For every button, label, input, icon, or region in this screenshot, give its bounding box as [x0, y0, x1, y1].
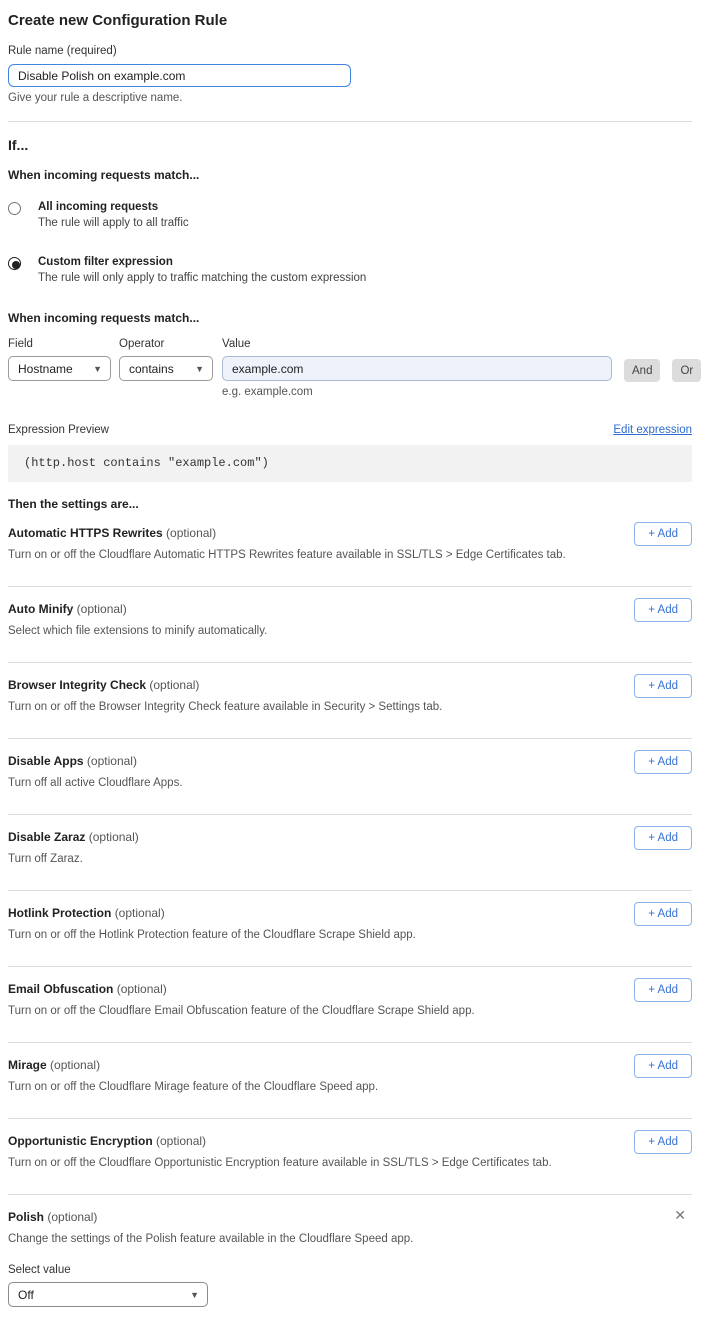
expression-builder-row: Field Hostname ▼ Operator contains ▼ Val… — [8, 338, 692, 398]
setting-row-hotlink-protection: Hotlink Protection (optional) Turn on or… — [8, 891, 692, 967]
optional-tag: (optional) — [149, 678, 199, 692]
page-title: Create new Configuration Rule — [8, 12, 692, 29]
polish-value-select[interactable]: Off ▼ — [8, 1282, 208, 1307]
edit-expression-link[interactable]: Edit expression — [613, 424, 692, 436]
add-button[interactable]: + Add — [634, 978, 692, 1002]
setting-row-disable-apps: Disable Apps (optional) Turn off all act… — [8, 739, 692, 815]
setting-name: Opportunistic Encryption — [8, 1134, 153, 1148]
setting-row-automatic-https-rewrites: Automatic HTTPS Rewrites (optional) Turn… — [8, 511, 692, 587]
optional-tag: (optional) — [50, 1058, 100, 1072]
setting-name: Hotlink Protection — [8, 906, 111, 920]
optional-tag: (optional) — [115, 906, 165, 920]
radio-custom-filter-expression[interactable]: Custom filter expression The rule will o… — [8, 256, 692, 284]
setting-name: Polish — [8, 1210, 44, 1224]
if-heading: If... — [8, 137, 692, 153]
or-button[interactable]: Or — [672, 359, 701, 382]
chevron-down-icon: ▼ — [190, 1290, 199, 1300]
close-icon[interactable]: ✕ — [674, 1208, 686, 1222]
add-button[interactable]: + Add — [634, 826, 692, 850]
rule-name-helper: Give your rule a descriptive name. — [8, 92, 692, 104]
optional-tag: (optional) — [156, 1134, 206, 1148]
setting-name: Email Obfuscation — [8, 982, 113, 996]
setting-name: Disable Zaraz — [8, 830, 85, 844]
setting-description: Turn on or off the Cloudflare Opportunis… — [8, 1157, 568, 1169]
setting-row-opportunistic-encryption: Opportunistic Encryption (optional) Turn… — [8, 1119, 692, 1195]
setting-name: Mirage — [8, 1058, 47, 1072]
setting-row-mirage: Mirage (optional) Turn on or off the Clo… — [8, 1043, 692, 1119]
optional-tag: (optional) — [87, 754, 137, 768]
polish-select-value: Off — [18, 1288, 34, 1302]
setting-description: Turn on or off the Cloudflare Mirage fea… — [8, 1081, 568, 1093]
add-button[interactable]: + Add — [634, 750, 692, 774]
optional-tag: (optional) — [89, 830, 139, 844]
setting-description: Turn on or off the Cloudflare Email Obfu… — [8, 1005, 568, 1017]
radio-description: The rule will apply to all traffic — [38, 217, 189, 229]
expression-preview-code: (http.host contains "example.com") — [8, 445, 692, 482]
value-helper: e.g. example.com — [222, 386, 612, 398]
optional-tag: (optional) — [47, 1210, 97, 1224]
setting-description: Turn off Zaraz. — [8, 853, 568, 865]
add-button[interactable]: + Add — [634, 1054, 692, 1078]
chevron-down-icon: ▼ — [195, 364, 204, 374]
radio-all-incoming-requests[interactable]: All incoming requests The rule will appl… — [8, 201, 692, 229]
value-label: Value — [222, 338, 612, 350]
expression-preview-label: Expression Preview — [8, 424, 109, 436]
setting-description: Turn on or off the Hotlink Protection fe… — [8, 929, 568, 941]
rule-name-label: Rule name (required) — [8, 45, 692, 57]
setting-description: Turn on or off the Cloudflare Automatic … — [8, 549, 568, 561]
setting-description: Turn on or off the Browser Integrity Che… — [8, 701, 568, 713]
value-column: Value e.g. example.com — [222, 338, 612, 398]
match-type-radio-group: All incoming requests The rule will appl… — [8, 201, 692, 284]
add-button[interactable]: + Add — [634, 1130, 692, 1154]
create-configuration-rule-page: Create new Configuration Rule Rule name … — [0, 0, 705, 1331]
radio-label: All incoming requests — [38, 201, 189, 213]
rule-name-input[interactable] — [8, 64, 351, 87]
radio-selected-icon[interactable] — [8, 257, 21, 270]
value-input[interactable] — [222, 356, 612, 381]
setting-row-disable-zaraz: Disable Zaraz (optional) Turn off Zaraz.… — [8, 815, 692, 891]
setting-description: Select which file extensions to minify a… — [8, 625, 568, 637]
and-button[interactable]: And — [624, 359, 660, 382]
rule-name-section: Rule name (required) Give your rule a de… — [8, 45, 692, 104]
setting-row-polish: Polish (optional) ✕ Change the settings … — [8, 1195, 692, 1307]
operator-select-value: contains — [129, 362, 174, 376]
field-select-value: Hostname — [18, 362, 73, 376]
setting-name: Disable Apps — [8, 754, 84, 768]
add-button[interactable]: + Add — [634, 598, 692, 622]
radio-unselected-icon[interactable] — [8, 202, 21, 215]
field-column: Field Hostname ▼ — [8, 338, 111, 381]
incoming-requests-match-heading: When incoming requests match... — [8, 168, 692, 182]
setting-row-auto-minify: Auto Minify (optional) Select which file… — [8, 587, 692, 663]
setting-name: Browser Integrity Check — [8, 678, 146, 692]
add-button[interactable]: + Add — [634, 522, 692, 546]
radio-description: The rule will only apply to traffic matc… — [38, 272, 366, 284]
setting-description: Turn off all active Cloudflare Apps. — [8, 777, 568, 789]
select-value-label: Select value — [8, 1264, 692, 1276]
setting-name: Auto Minify — [8, 602, 73, 616]
optional-tag: (optional) — [77, 602, 127, 616]
matcher-heading: When incoming requests match... — [8, 311, 692, 325]
setting-description: Change the settings of the Polish featur… — [8, 1233, 568, 1245]
settings-heading: Then the settings are... — [8, 497, 692, 511]
expression-preview-header: Expression Preview Edit expression — [8, 424, 692, 436]
add-button[interactable]: + Add — [634, 674, 692, 698]
optional-tag: (optional) — [117, 982, 167, 996]
optional-tag: (optional) — [166, 526, 216, 540]
operator-select[interactable]: contains ▼ — [119, 356, 213, 381]
setting-row-email-obfuscation: Email Obfuscation (optional) Turn on or … — [8, 967, 692, 1043]
section-divider — [8, 121, 692, 122]
operator-column: Operator contains ▼ — [119, 338, 213, 381]
setting-name: Automatic HTTPS Rewrites — [8, 526, 163, 540]
operator-label: Operator — [119, 338, 213, 350]
add-button[interactable]: + Add — [634, 902, 692, 926]
setting-row-browser-integrity-check: Browser Integrity Check (optional) Turn … — [8, 663, 692, 739]
radio-label: Custom filter expression — [38, 256, 366, 268]
chevron-down-icon: ▼ — [93, 364, 102, 374]
settings-list: Automatic HTTPS Rewrites (optional) Turn… — [8, 511, 692, 1307]
field-select[interactable]: Hostname ▼ — [8, 356, 111, 381]
field-label: Field — [8, 338, 111, 350]
